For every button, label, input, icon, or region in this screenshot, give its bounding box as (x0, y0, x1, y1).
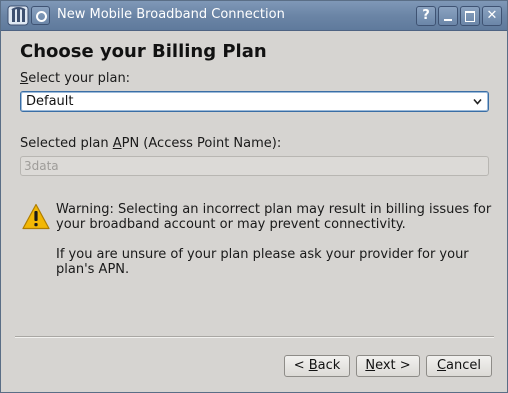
warning-advice-text: If you are unsure of your plan please as… (56, 247, 469, 277)
app-logo-icon (7, 5, 29, 26)
next-button[interactable]: Next > (356, 355, 420, 377)
apn-label-after: PN (Access Point Name): (121, 136, 282, 151)
next-button-mnemonic: N (365, 358, 376, 373)
window-title: New Mobile Broadband Connection (57, 7, 285, 22)
next-button-rest: ext > (375, 358, 411, 373)
close-button[interactable]: ✕ (482, 6, 502, 26)
cancel-button[interactable]: Cancel (426, 355, 492, 377)
minimize-button[interactable] (438, 6, 458, 26)
separator (15, 336, 494, 338)
wizard-window: New Mobile Broadband Connection ? ✕ Choo… (0, 0, 508, 393)
help-button[interactable]: ? (416, 6, 436, 26)
title-bar[interactable]: New Mobile Broadband Connection ? ✕ (1, 1, 507, 31)
cancel-button-rest: ancel (446, 358, 482, 373)
apn-label: Selected plan APN (Access Point Name): (20, 136, 281, 151)
plan-select-value: Default (26, 94, 74, 109)
warning-triangle-icon (22, 203, 50, 230)
apn-field[interactable] (20, 156, 489, 176)
maximize-button[interactable] (460, 6, 480, 26)
plan-label-text: elect your plan: (28, 71, 131, 86)
plan-label: Select your plan: (20, 71, 130, 86)
window-menu-button[interactable] (31, 6, 50, 25)
apn-label-before: Selected plan (20, 136, 113, 151)
plan-select[interactable]: Default (20, 91, 489, 112)
apn-label-mnemonic: A (112, 136, 122, 151)
back-button[interactable]: < Back (284, 355, 350, 377)
back-button-prefix: < (293, 358, 309, 373)
chevron-down-icon (473, 98, 482, 105)
warning-text: Warning: Selecting an incorrect plan may… (56, 202, 492, 232)
page-title: Choose your Billing Plan (20, 41, 267, 62)
apn-input[interactable] (24, 158, 479, 174)
back-button-rest: ack (317, 358, 341, 373)
cancel-button-mnemonic: C (436, 358, 447, 373)
back-button-mnemonic: B (308, 358, 318, 373)
